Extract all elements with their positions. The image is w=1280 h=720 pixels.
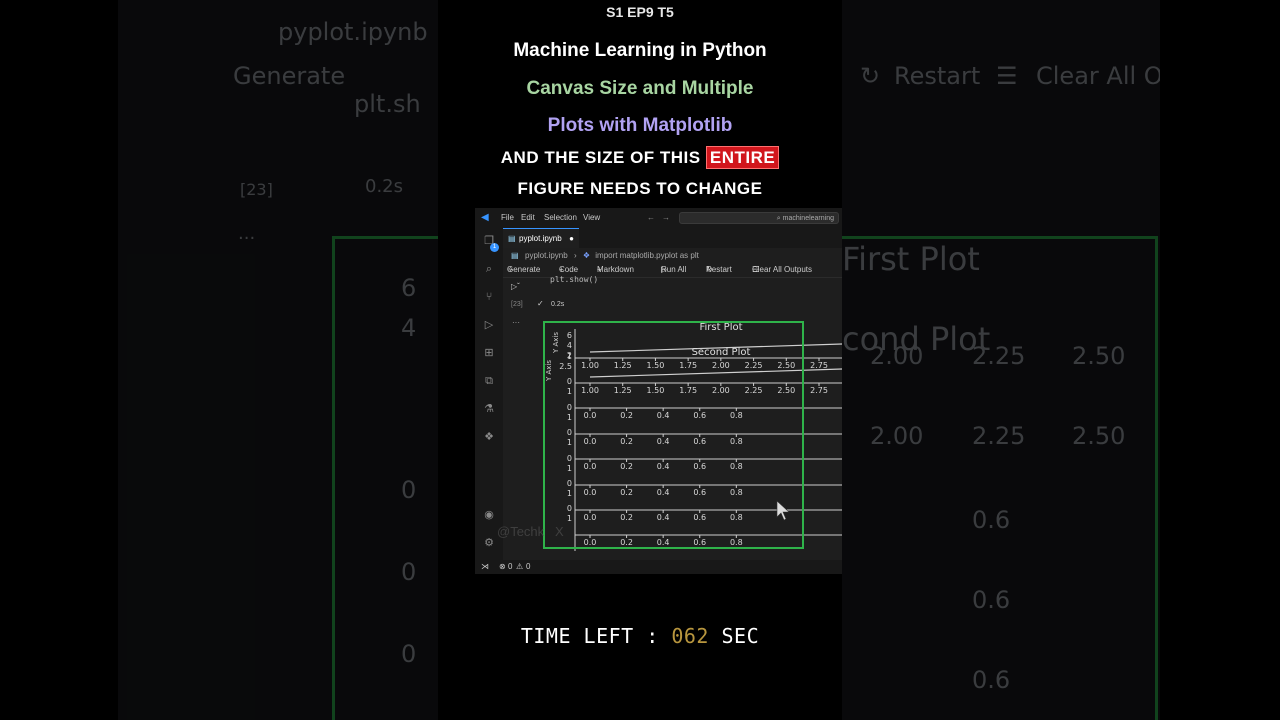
run-debug-icon[interactable]: ▷ [482, 318, 496, 332]
x-tick-label: 2.75 [810, 361, 828, 370]
search-icon[interactable]: ⌕ [482, 262, 496, 276]
extensions-icon[interactable]: ⊞ [482, 346, 496, 360]
search-text: machinelearning [782, 215, 834, 222]
countdown-timer: TIME LEFT : 062 SEC [438, 624, 842, 648]
warning-count[interactable]: 0 [526, 560, 530, 574]
breadcrumb: ▤ pyplot.ipynb › ❖ import matplotlib.pyp… [503, 248, 842, 263]
chevron-right-icon: › [573, 251, 577, 260]
menu-edit[interactable]: Edit [521, 213, 535, 222]
title-bar: ◀ File Edit Selection View ← → ⌕ machine… [475, 208, 842, 228]
breadcrumb-file[interactable]: pyplot.ipynb [525, 251, 568, 260]
testing-icon[interactable]: ⚗ [482, 402, 496, 416]
python-icon[interactable]: ❖ [482, 430, 496, 444]
breadcrumb-symbol[interactable]: import matplotlib.pyplot as plt [595, 251, 699, 260]
account-icon[interactable]: ◉ [482, 508, 496, 522]
remote-explorer-icon[interactable]: ⧉ [482, 374, 496, 388]
tab-pyplot-ipynb[interactable]: ▤ pyplot.ipynb ● [503, 228, 579, 248]
episode-label: S1 EP9 T5 [606, 4, 674, 20]
background-left-panel: pyplot.ipynb Generate plt.sh [23] 0.2s ·… [118, 0, 438, 720]
caption-pre: AND THE SIZE OF THIS [500, 148, 701, 167]
caption-highlight: ENTIRE [705, 146, 780, 169]
output-more-icon[interactable]: ··· [512, 318, 520, 327]
unsaved-dot-icon[interactable]: ● [569, 229, 574, 248]
errors-icon: ⊗ [499, 562, 506, 571]
error-count[interactable]: 0 [508, 560, 512, 574]
notebook-cell: plt.show() ▷ˇ [23] ✓ 0.2s [503, 275, 842, 315]
editor-tabs: ▤ pyplot.ipynb ● [503, 228, 842, 248]
timer-label: TIME LEFT : [520, 624, 659, 648]
remote-icon[interactable]: ⋊ [481, 560, 489, 574]
run-cell-icon[interactable]: ▷ˇ [511, 282, 520, 291]
markdown-label: Markdown [597, 265, 634, 274]
clear-all-label: Clear All Outputs [752, 265, 813, 274]
explorer-badge: 1 [490, 243, 499, 252]
notebook-file-icon: ▤ [508, 234, 516, 243]
settings-gear-icon[interactable]: ⚙ [482, 536, 496, 550]
caption-line-2: FIGURE NEEDS TO CHANGE [517, 179, 763, 198]
run-all-label: Run All [661, 265, 687, 274]
menu-selection[interactable]: Selection [544, 213, 577, 222]
title-line-2: Canvas Size and Multiple [526, 78, 754, 99]
title-line-1: Machine Learning in Python [513, 40, 767, 61]
exec-count: [23] [511, 301, 523, 308]
back-arrow-icon[interactable]: ← [647, 213, 655, 222]
source-control-icon[interactable]: ⑂ [482, 290, 496, 304]
vscode-window: ◀ File Edit Selection View ← → ⌕ machine… [475, 208, 842, 574]
tab-label: pyplot.ipynb [519, 234, 562, 243]
timer-value: 062 [671, 624, 709, 648]
exec-time: 0.2s [551, 301, 565, 308]
cell-code[interactable]: plt.show() [550, 275, 598, 284]
warning-icon: ⚠ [516, 562, 524, 571]
check-icon: ✓ [537, 299, 544, 308]
caption-line-1: AND THE SIZE OF THIS ENTIRE [438, 146, 842, 169]
x-tick-label: 2.75 [810, 386, 828, 395]
vscode-logo-icon: ◀ [481, 212, 489, 223]
notebook-file-icon: ▤ [511, 251, 519, 260]
status-bar: ⋊ ⊗ 0 ⚠ 0 [475, 560, 842, 574]
background-right-panel: ↻ Restart ☰ Clear All Outputs First Plot… [842, 0, 1160, 720]
figure-highlight-frame [543, 321, 804, 549]
command-center-search[interactable]: ⌕ machinelearning [679, 212, 839, 224]
forward-arrow-icon[interactable]: → [662, 213, 670, 222]
activity-bar: ❐ 1 ⌕ ⑂ ▷ ⊞ ⧉ ⚗ ❖ ◉ ⚙ [475, 228, 503, 574]
video-center-column: S1 EP9 T5 Machine Learning in Python Can… [438, 0, 842, 720]
timer-unit: SEC [721, 624, 760, 648]
menu-file[interactable]: File [501, 213, 514, 222]
watermark: @Techk X [497, 524, 564, 539]
restart-label: Restart [706, 265, 732, 274]
menu-view[interactable]: View [583, 213, 600, 222]
title-line-3: Plots with Matplotlib [547, 115, 733, 136]
symbol-icon: ❖ [582, 251, 591, 260]
generate-label: Generate [507, 265, 541, 274]
